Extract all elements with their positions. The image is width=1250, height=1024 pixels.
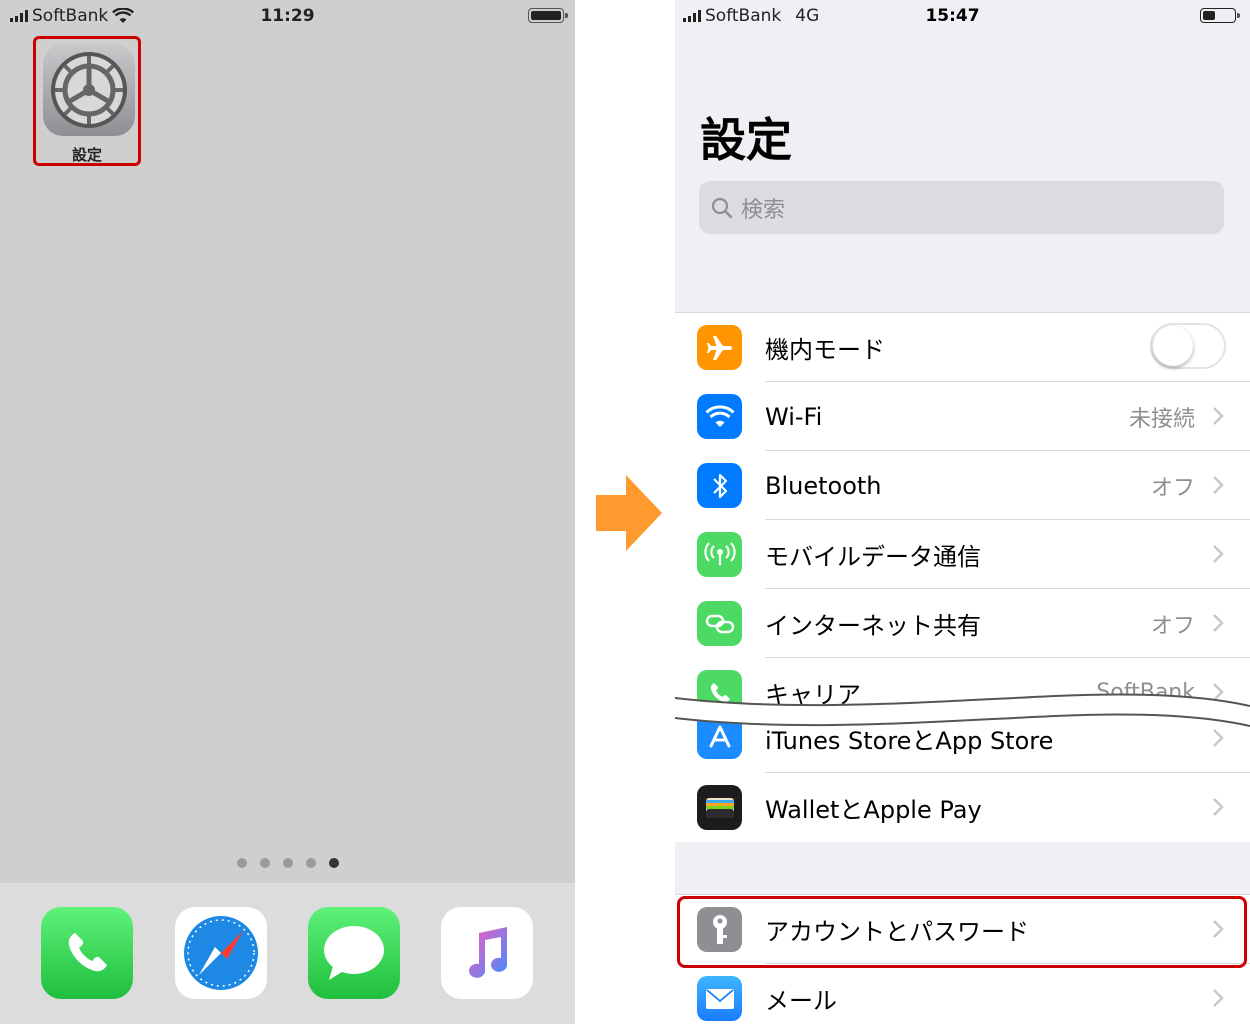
- home-screen: SoftBank 11:29 設定: [0, 0, 575, 1024]
- chevron-right-icon: [1213, 407, 1224, 425]
- search-icon: [711, 197, 733, 218]
- mail-icon: [697, 976, 742, 1021]
- airplane-mode-toggle[interactable]: [1150, 323, 1226, 369]
- music-app-icon[interactable]: [441, 907, 533, 999]
- safari-app-icon[interactable]: [175, 907, 267, 999]
- row-label: メール: [765, 987, 837, 1015]
- row-label: 機内モード: [765, 336, 885, 364]
- status-bar: SoftBank 4G 15:47: [675, 0, 1250, 32]
- row-airplane-mode[interactable]: 機内モード: [675, 313, 1250, 382]
- page-dot[interactable]: [282, 858, 293, 868]
- wifi-icon: [697, 394, 742, 439]
- dock: [0, 883, 575, 1024]
- battery-icon: [1200, 8, 1240, 23]
- search-placeholder: 検索: [741, 197, 786, 223]
- chevron-right-icon: [1213, 476, 1224, 494]
- row-bluetooth[interactable]: Bluetooth オフ: [675, 451, 1250, 520]
- settings-app-icon-highlight[interactable]: 設定: [33, 36, 141, 166]
- chevron-right-icon: [1213, 989, 1224, 1007]
- chevron-right-icon: [1213, 798, 1224, 816]
- status-bar: SoftBank 11:29: [0, 0, 575, 32]
- bluetooth-icon: [697, 463, 742, 508]
- page-dot[interactable]: [259, 858, 270, 868]
- settings-screen: SoftBank 4G 15:47 設定 検索 機内モード Wi-Fi 未接続: [675, 0, 1250, 1024]
- phone-app-icon[interactable]: [41, 907, 133, 999]
- status-time: 11:29: [260, 6, 315, 26]
- antenna-icon: [697, 532, 742, 577]
- page-indicator[interactable]: [0, 858, 575, 868]
- row-label: Bluetooth: [765, 471, 882, 500]
- battery-icon: [528, 8, 568, 23]
- chevron-right-icon: [1213, 614, 1224, 632]
- search-input[interactable]: 検索: [699, 181, 1224, 234]
- row-value: 未接続: [1128, 406, 1195, 432]
- row-value: オフ: [1150, 613, 1195, 639]
- chevron-right-icon: [1213, 545, 1224, 563]
- status-time: 15:47: [925, 6, 980, 26]
- row-personal-hotspot[interactable]: インターネット共有 オフ: [675, 589, 1250, 658]
- page-dot-active[interactable]: [328, 858, 339, 868]
- wallet-icon: [697, 785, 742, 830]
- row-wifi[interactable]: Wi-Fi 未接続: [675, 382, 1250, 451]
- messages-app-icon[interactable]: [308, 907, 400, 999]
- airplane-icon: [697, 325, 742, 370]
- page-title: 設定: [700, 113, 792, 167]
- row-mobile-data[interactable]: モバイルデータ通信: [675, 520, 1250, 589]
- accounts-row-highlight: [677, 896, 1247, 968]
- row-wallet[interactable]: WalletとApple Pay: [675, 773, 1250, 842]
- page-dot[interactable]: [236, 858, 247, 868]
- row-label: モバイルデータ通信: [765, 543, 981, 571]
- gear-icon[interactable]: [43, 44, 135, 136]
- settings-app-label: 設定: [71, 146, 102, 164]
- row-label: Wi-Fi: [765, 402, 823, 431]
- section-break-wave: [675, 693, 1250, 727]
- page-dot[interactable]: [305, 858, 316, 868]
- row-label: WalletとApple Pay: [765, 796, 982, 824]
- row-label: インターネット共有: [765, 612, 981, 640]
- arrow-right-icon: [596, 475, 662, 551]
- row-mail[interactable]: メール: [675, 964, 1250, 1024]
- settings-group-connectivity: 機内モード Wi-Fi 未接続 Bluetooth オフ モバイルデータ通信 イ…: [675, 312, 1250, 727]
- row-value: オフ: [1150, 475, 1195, 501]
- hotspot-icon: [697, 601, 742, 646]
